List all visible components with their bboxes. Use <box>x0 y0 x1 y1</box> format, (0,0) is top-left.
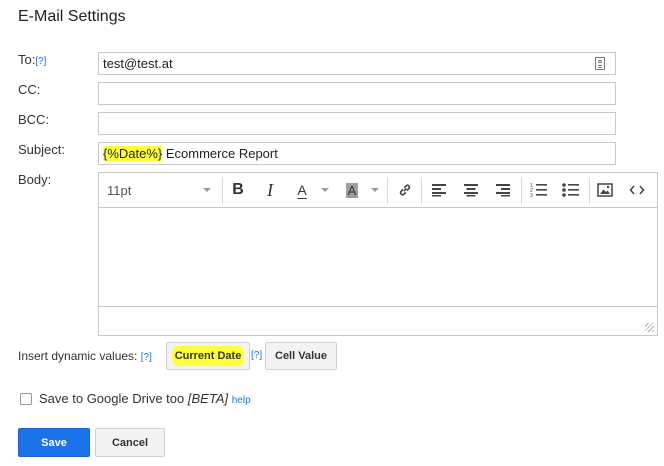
font-size-select[interactable]: 11pt <box>107 173 215 207</box>
bullet-list-icon[interactable] <box>559 173 583 207</box>
align-center-icon[interactable] <box>459 173 483 207</box>
highlight-dropdown-icon[interactable] <box>371 188 379 192</box>
bold-icon[interactable]: B <box>227 173 249 207</box>
body-editor[interactable]: 11pt B I A A 123 <box>98 172 658 336</box>
align-left-icon[interactable] <box>427 173 451 207</box>
svg-text:3: 3 <box>530 193 533 198</box>
body-label: Body: <box>18 172 52 187</box>
to-label: To: <box>18 52 36 67</box>
subject-value: Ecommerce Report <box>162 146 278 161</box>
current-date-button[interactable]: Current Date <box>166 342 250 370</box>
dynamic-values-row: Insert dynamic values: [?] <box>18 349 152 363</box>
to-help-link[interactable]: [?] <box>35 56 46 67</box>
highlight-color-icon[interactable]: A <box>341 173 363 207</box>
dynamic-values-label: Insert dynamic values: <box>18 349 138 363</box>
dialog-title: E-Mail Settings <box>18 8 126 25</box>
cancel-button[interactable]: Cancel <box>95 428 165 457</box>
source-code-icon[interactable] <box>625 173 649 207</box>
bcc-field[interactable] <box>98 112 616 135</box>
drive-row: Save to Google Drive too [BETA] help <box>39 391 251 406</box>
beta-tag: [BETA] <box>187 391 229 406</box>
drive-checkbox[interactable] <box>20 393 32 405</box>
contacts-icon[interactable] <box>595 57 605 70</box>
drive-help-link[interactable]: help <box>232 395 251 406</box>
font-color-icon[interactable]: A <box>291 173 313 207</box>
current-date-label: Current Date <box>171 346 245 366</box>
chevron-down-icon <box>203 188 211 192</box>
resize-handle[interactable] <box>645 323 654 332</box>
subject-field[interactable]: {%Date%} Ecommerce Report <box>98 142 616 165</box>
save-button[interactable]: Save <box>18 428 90 457</box>
cell-value-button[interactable]: Cell Value <box>265 342 337 370</box>
current-date-help-link[interactable]: [?] <box>251 350 262 361</box>
ordered-list-icon[interactable]: 123 <box>527 173 551 207</box>
cc-field[interactable] <box>98 82 616 105</box>
drive-label: Save to Google Drive too <box>39 391 185 406</box>
dynamic-help-link[interactable]: [?] <box>141 352 152 363</box>
cc-label: CC: <box>18 82 41 97</box>
link-icon[interactable] <box>393 173 417 207</box>
to-value: test@test.at <box>103 56 173 71</box>
font-size-value: 11pt <box>107 182 132 198</box>
italic-icon[interactable]: I <box>259 173 281 207</box>
date-token: {%Date%} <box>103 146 163 161</box>
editor-statusbar <box>99 306 657 335</box>
bcc-label: BCC: <box>18 112 50 127</box>
editor-toolbar: 11pt B I A A 123 <box>99 173 657 208</box>
to-label-row: To:[?] <box>18 52 46 67</box>
subject-label: Subject: <box>18 142 65 157</box>
font-color-dropdown-icon[interactable] <box>321 188 329 192</box>
to-field[interactable]: test@test.at <box>98 52 616 75</box>
align-right-icon[interactable] <box>491 173 515 207</box>
image-icon[interactable] <box>593 173 617 207</box>
